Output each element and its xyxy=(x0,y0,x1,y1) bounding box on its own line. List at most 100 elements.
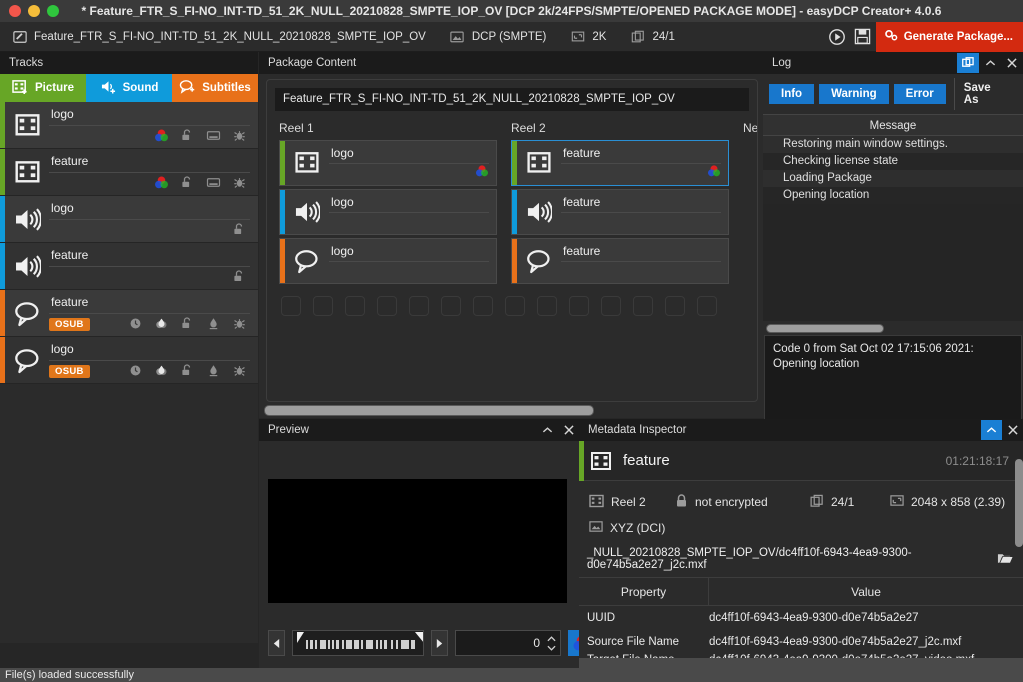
track-meta: OSUB xyxy=(49,361,250,380)
log-message-row[interactable]: Restoring main window settings. xyxy=(763,136,1023,153)
package-asset[interactable]: logo xyxy=(279,189,497,235)
clock-icon[interactable] xyxy=(128,363,143,381)
color-wheel-icon[interactable] xyxy=(154,128,169,146)
log-message-list[interactable]: Restoring main window settings. Checking … xyxy=(763,136,1023,246)
package-asset[interactable]: logo xyxy=(279,140,497,186)
metadata-bottom-scrollbar[interactable] xyxy=(579,658,1023,668)
unlock-icon[interactable] xyxy=(180,128,195,146)
subtitle-burn-icon[interactable] xyxy=(206,128,221,146)
play-button[interactable] xyxy=(824,22,850,52)
unlock-icon[interactable] xyxy=(232,222,247,240)
color-wheel-icon[interactable] xyxy=(707,164,721,181)
empty-slot[interactable] xyxy=(505,296,525,316)
droplet-icon[interactable] xyxy=(154,316,169,334)
metadata-vscroll-thumb[interactable] xyxy=(1015,459,1023,547)
package-asset[interactable]: feature xyxy=(511,238,729,284)
color-wheel-icon[interactable] xyxy=(475,164,489,181)
log-save-as-button[interactable]: Save As xyxy=(953,78,1017,110)
log-tab-error[interactable]: Error xyxy=(893,84,946,104)
log-tab-warning[interactable]: Warning xyxy=(819,84,889,104)
bug-icon[interactable] xyxy=(232,316,247,334)
preview-timeline-strip[interactable] xyxy=(292,630,424,656)
empty-slot[interactable] xyxy=(409,296,429,316)
log-message-row[interactable]: Checking license state xyxy=(763,153,1023,170)
tab-sound[interactable]: Sound xyxy=(86,74,172,102)
log-hscrollbar[interactable] xyxy=(763,321,1023,335)
package-asset[interactable]: feature xyxy=(511,140,729,186)
empty-slot[interactable] xyxy=(601,296,621,316)
maximize-button[interactable] xyxy=(47,5,59,17)
spinner-arrows[interactable] xyxy=(546,630,560,656)
bug-icon[interactable] xyxy=(232,128,247,146)
bug-icon[interactable] xyxy=(232,363,247,381)
log-panel-title: Log xyxy=(772,57,792,69)
collapse-icon[interactable] xyxy=(979,53,1001,73)
close-icon[interactable] xyxy=(1001,53,1023,73)
flame-icon[interactable] xyxy=(206,316,221,334)
tab-picture[interactable]: Picture xyxy=(0,74,86,102)
log-tab-info[interactable]: Info xyxy=(769,84,815,104)
track-row[interactable]: feature xyxy=(0,243,258,290)
table-row[interactable]: UUID dc4ff10f-6943-4ea9-9300-d0e74b5a2e2… xyxy=(579,606,1023,630)
log-message-row[interactable]: Opening location xyxy=(763,187,1023,204)
generate-package-button[interactable]: Generate Package... xyxy=(875,21,1023,52)
table-row[interactable]: Source File Name dc4ff10f-6943-4ea9-9300… xyxy=(579,630,1023,654)
unlock-icon[interactable] xyxy=(180,175,195,193)
track-row[interactable]: logo xyxy=(0,196,258,243)
empty-slot[interactable] xyxy=(569,296,589,316)
empty-slot[interactable] xyxy=(377,296,397,316)
collapse-icon[interactable] xyxy=(537,420,558,440)
log-detail-line2: Opening location xyxy=(773,358,860,370)
unlock-icon[interactable] xyxy=(180,363,195,381)
metadata-vscrollbar[interactable] xyxy=(1015,459,1023,567)
toolbar-framerate[interactable]: 24/1 xyxy=(618,22,686,52)
track-row[interactable]: logo xyxy=(0,102,258,149)
log-hscroll-thumb[interactable] xyxy=(766,323,884,333)
color-wheel-icon[interactable] xyxy=(154,175,169,193)
minimize-button[interactable] xyxy=(28,5,40,17)
close-icon[interactable] xyxy=(1002,420,1023,440)
window-controls[interactable] xyxy=(0,5,59,17)
flame-icon[interactable] xyxy=(206,363,221,381)
empty-slot[interactable] xyxy=(281,296,301,316)
fact-reel-label: Reel 2 xyxy=(611,495,646,509)
subtitle-burn-icon[interactable] xyxy=(206,175,221,193)
droplet-icon[interactable] xyxy=(154,363,169,381)
empty-slot[interactable] xyxy=(537,296,557,316)
empty-slot[interactable] xyxy=(473,296,493,316)
close-button[interactable] xyxy=(9,5,21,17)
log-message-row[interactable]: Loading Package xyxy=(763,170,1023,187)
save-button[interactable] xyxy=(850,22,876,52)
empty-slot[interactable] xyxy=(313,296,333,316)
unlock-icon[interactable] xyxy=(232,269,247,287)
collapse-icon[interactable] xyxy=(981,420,1002,440)
toolbar-package-type[interactable]: DCP (SMPTE) xyxy=(438,22,559,52)
preview-next-button[interactable] xyxy=(431,630,448,656)
track-row[interactable]: feature xyxy=(0,149,258,196)
preview-prev-button[interactable] xyxy=(268,630,285,656)
preview-frame-value[interactable]: 0 xyxy=(456,636,546,650)
preview-frame-spinner[interactable]: 0 xyxy=(455,630,561,656)
empty-slot[interactable] xyxy=(697,296,717,316)
package-content-hscrollbar[interactable] xyxy=(264,405,757,416)
close-icon[interactable] xyxy=(558,420,579,440)
empty-slot[interactable] xyxy=(345,296,365,316)
track-row[interactable]: logo OSUB xyxy=(0,337,258,384)
package-asset[interactable]: logo xyxy=(279,238,497,284)
package-asset[interactable]: feature xyxy=(511,189,729,235)
toolbar-project[interactable]: Feature_FTR_S_FI-NO_INT-TD_51_2K_NULL_20… xyxy=(0,22,438,52)
undock-icon[interactable] xyxy=(957,53,979,73)
empty-slot[interactable] xyxy=(441,296,461,316)
track-row[interactable]: feature OSUB xyxy=(0,290,258,337)
unlock-icon[interactable] xyxy=(180,316,195,334)
empty-slot[interactable] xyxy=(633,296,653,316)
clock-icon[interactable] xyxy=(128,316,143,334)
bug-icon[interactable] xyxy=(232,175,247,193)
preview-video-surface[interactable] xyxy=(268,479,567,603)
reel-column: Reel 2 feature feature feature xyxy=(511,121,729,287)
open-folder-icon[interactable] xyxy=(989,551,1013,568)
tab-subtitles[interactable]: Subtitles xyxy=(172,74,258,102)
empty-slot[interactable] xyxy=(665,296,685,316)
package-content-hscroll-thumb[interactable] xyxy=(264,405,594,416)
toolbar-resolution[interactable]: 2K xyxy=(558,22,618,52)
